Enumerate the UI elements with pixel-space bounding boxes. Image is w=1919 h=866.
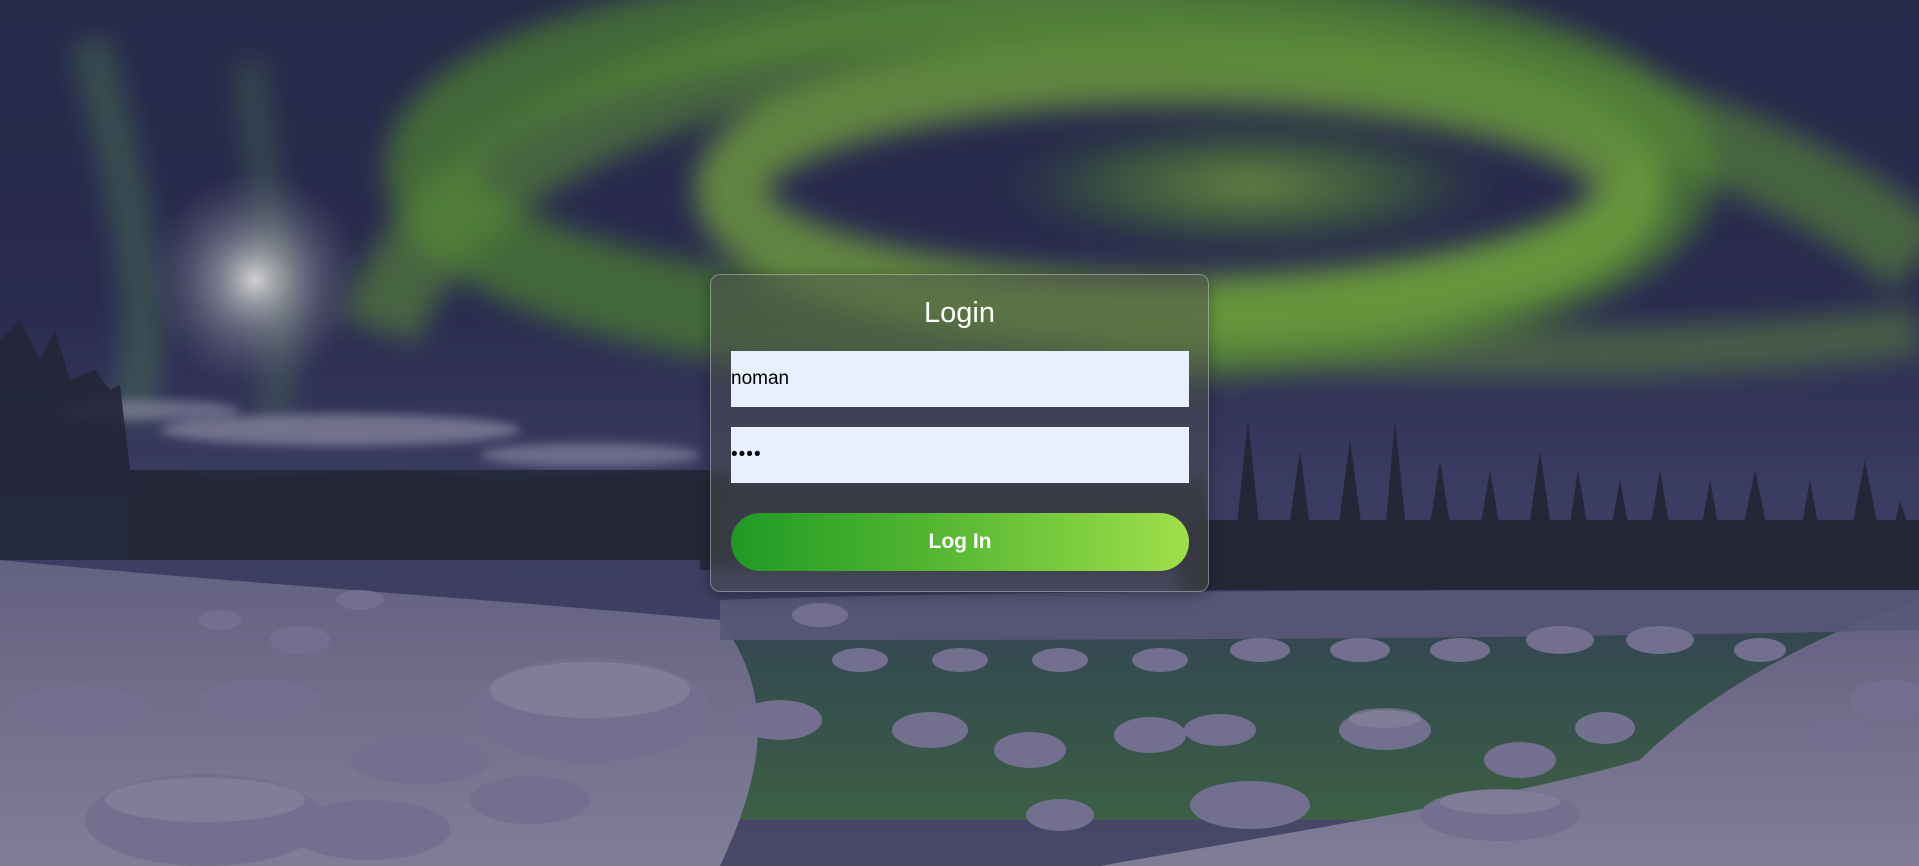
password-input[interactable] [731,427,1189,483]
login-card: Login Log In [710,274,1209,592]
username-input[interactable] [731,351,1189,407]
login-title: Login [924,297,995,329]
login-button[interactable]: Log In [731,513,1189,571]
